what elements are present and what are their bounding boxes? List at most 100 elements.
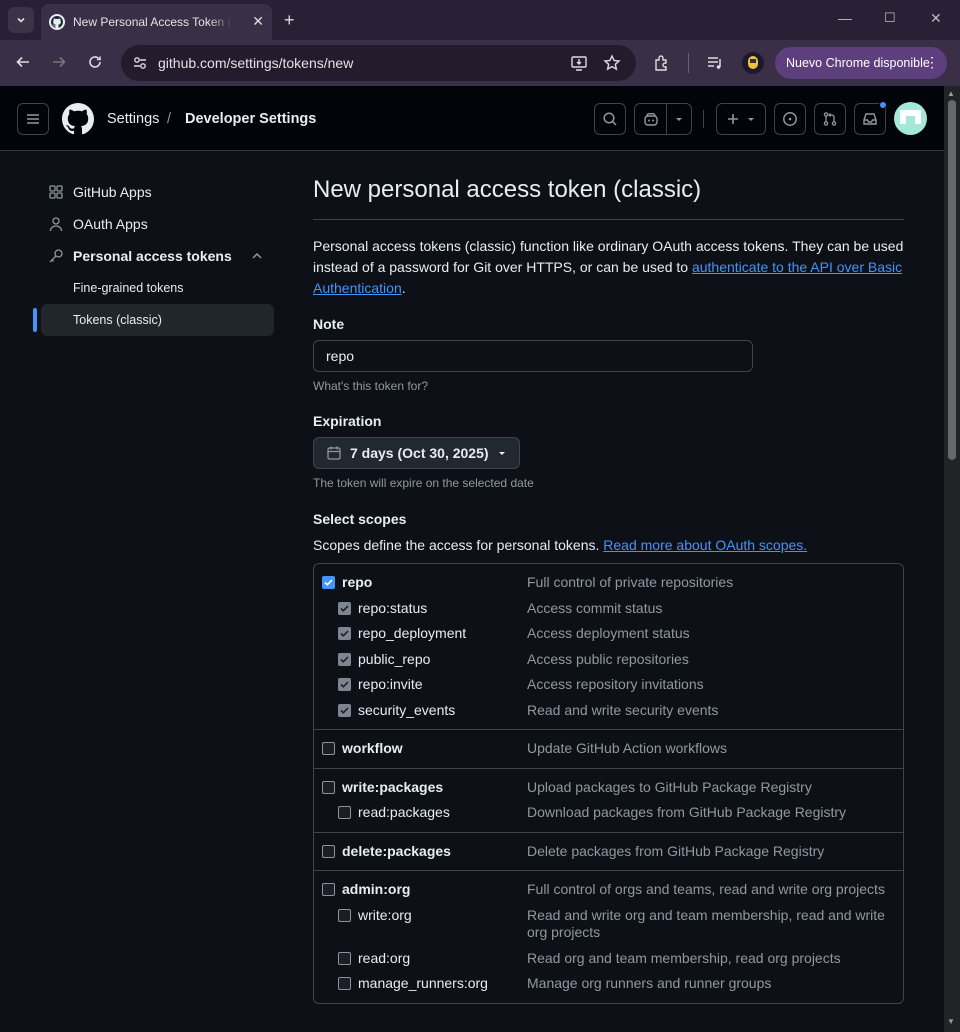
sidebar-item-oauth-apps[interactable]: OAuth Apps xyxy=(32,208,274,240)
scope-checkbox[interactable] xyxy=(338,806,351,819)
breadcrumb-developer-settings[interactable]: Developer Settings xyxy=(185,111,316,127)
scope-description: Full control of orgs and teams, read and… xyxy=(527,881,885,897)
copilot-button[interactable] xyxy=(634,103,692,135)
pull-requests-button[interactable] xyxy=(814,103,846,135)
page-scrollbar[interactable]: ▲ ▼ xyxy=(944,86,960,1032)
scope-description: Read and write org and team membership, … xyxy=(527,906,885,940)
create-new-button[interactable] xyxy=(716,103,766,135)
scope-checkbox[interactable] xyxy=(322,844,335,858)
scope-description: Access repository invitations xyxy=(527,676,704,692)
github-header: Settings / Developer Settings xyxy=(0,86,944,151)
scope-row: security_events Read and write security e… xyxy=(314,698,903,724)
sidebar-item-personal-access-tokens[interactable]: Personal access tokens xyxy=(32,240,274,272)
scope-description: Access commit status xyxy=(527,599,663,616)
reload-icon xyxy=(89,56,101,68)
site-info-icon[interactable] xyxy=(131,54,149,72)
intro-end: . xyxy=(401,280,406,296)
scroll-down-icon[interactable]: ▼ xyxy=(947,1017,955,1026)
scope-row: admin:org Full control of orgs and teams,… xyxy=(314,877,903,903)
scope-row: repo:invite Access repository invitations xyxy=(314,672,903,698)
scope-name[interactable]: repo_deployment xyxy=(358,625,466,641)
bookmark-star-icon[interactable] xyxy=(603,54,621,72)
inbox-icon xyxy=(863,113,877,125)
address-bar[interactable]: github.com/settings/tokens/new xyxy=(121,45,636,81)
back-button[interactable] xyxy=(15,54,31,75)
scope-name[interactable]: read:packages xyxy=(358,804,450,820)
sidebar-item-github-apps[interactable]: GitHub Apps xyxy=(32,176,274,208)
issue-opened-icon xyxy=(783,112,797,126)
scroll-up-icon[interactable]: ▲ xyxy=(947,89,955,98)
browser-tab[interactable]: New Personal Access Token (Classic) ✕ xyxy=(41,4,272,40)
scope-checkbox[interactable] xyxy=(338,652,351,666)
user-avatar[interactable] xyxy=(894,102,927,135)
media-controls-icon[interactable] xyxy=(706,54,724,72)
github-logo-icon[interactable] xyxy=(62,103,94,135)
chrome-update-button[interactable]: Nuevo Chrome disponible ⋮ xyxy=(775,47,947,79)
breadcrumb-settings[interactable]: Settings xyxy=(107,111,159,127)
scope-name[interactable]: security_events xyxy=(358,702,455,718)
scope-name[interactable]: manage_runners:org xyxy=(358,975,488,991)
new-tab-button[interactable]: + xyxy=(284,10,295,31)
scope-name[interactable]: delete:packages xyxy=(342,843,451,859)
scope-checkbox[interactable] xyxy=(338,678,351,691)
reload-button[interactable] xyxy=(87,54,103,75)
forward-button[interactable] xyxy=(51,54,67,75)
issues-button[interactable] xyxy=(774,103,806,135)
check-icon xyxy=(340,604,349,612)
search-icon xyxy=(603,112,617,126)
scope-name[interactable]: read:org xyxy=(358,950,410,966)
scope-checkbox[interactable] xyxy=(338,627,351,640)
minimize-button[interactable]: — xyxy=(838,10,852,26)
intro-text: Personal access tokens (classic) functio… xyxy=(313,236,904,299)
scope-name[interactable]: repo:invite xyxy=(358,676,423,692)
scope-group: delete:packages Delete packages from GitH… xyxy=(314,833,903,871)
scope-checkbox[interactable] xyxy=(322,576,335,589)
scope-checkbox[interactable] xyxy=(322,883,335,896)
arrow-right-icon xyxy=(53,56,66,68)
install-app-icon[interactable] xyxy=(570,54,588,72)
expiration-dropdown[interactable]: 7 days (Oct 30, 2025) xyxy=(313,437,520,469)
expiration-hint: The token will expire on the selected da… xyxy=(313,476,534,490)
scopes-label: Select scopes xyxy=(313,511,407,527)
scope-checkbox[interactable] xyxy=(322,780,335,794)
scope-name[interactable]: repo xyxy=(342,574,372,590)
close-window-button[interactable]: ✕ xyxy=(930,10,942,27)
browser-toolbar: github.com/settings/tokens/new Nuevo Chr… xyxy=(0,40,960,86)
scope-checkbox[interactable] xyxy=(338,601,351,615)
scope-checkbox[interactable] xyxy=(338,951,351,965)
scope-description: Download packages from GitHub Package Re… xyxy=(527,804,847,820)
scrollbar-thumb[interactable] xyxy=(948,100,956,460)
scope-checkbox[interactable] xyxy=(338,703,351,717)
search-button[interactable] xyxy=(594,103,626,135)
extensions-icon[interactable] xyxy=(653,54,671,72)
expiration-value: 7 days (Oct 30, 2025) xyxy=(350,445,489,461)
scope-name[interactable]: repo:status xyxy=(358,600,427,616)
scope-name[interactable]: write:org xyxy=(358,907,412,923)
chevron-up-icon[interactable] xyxy=(251,251,263,261)
more-vert-icon[interactable]: ⋮ xyxy=(925,54,939,71)
tab-search-button[interactable] xyxy=(8,7,34,33)
scope-checkbox[interactable] xyxy=(322,742,335,755)
scope-checkbox[interactable] xyxy=(338,908,351,922)
chrome-update-label: Nuevo Chrome disponible xyxy=(786,56,930,70)
scope-name[interactable]: public_repo xyxy=(358,651,430,667)
maximize-button[interactable]: ☐ xyxy=(884,10,896,26)
scope-checkbox[interactable] xyxy=(338,977,351,990)
check-icon xyxy=(340,655,349,663)
toolbar-divider xyxy=(688,53,689,73)
tab-close-icon[interactable]: ✕ xyxy=(252,13,264,30)
scope-row: write:org Read and write org and team mem… xyxy=(314,903,903,946)
hamburger-menu-button[interactable] xyxy=(17,103,49,135)
scope-description: Upload packages to GitHub Package Regist… xyxy=(527,778,812,795)
note-input[interactable]: repo xyxy=(313,340,753,372)
scope-name[interactable]: workflow xyxy=(342,740,403,756)
scope-group: repo Full control of private repositories… xyxy=(314,564,903,730)
profile-avatar[interactable] xyxy=(742,52,764,74)
scope-name[interactable]: write:packages xyxy=(342,779,443,795)
oauth-scopes-link[interactable]: Read more about OAuth scopes. xyxy=(603,537,807,553)
sidebar-item-tokens-classic[interactable]: Tokens (classic) xyxy=(33,304,274,336)
sidebar-item-fine-grained-tokens[interactable]: Fine-grained tokens xyxy=(32,272,274,304)
expiration-label: Expiration xyxy=(313,413,382,429)
scope-row: repo Full control of private repositories xyxy=(314,570,903,596)
scope-name[interactable]: admin:org xyxy=(342,881,410,897)
